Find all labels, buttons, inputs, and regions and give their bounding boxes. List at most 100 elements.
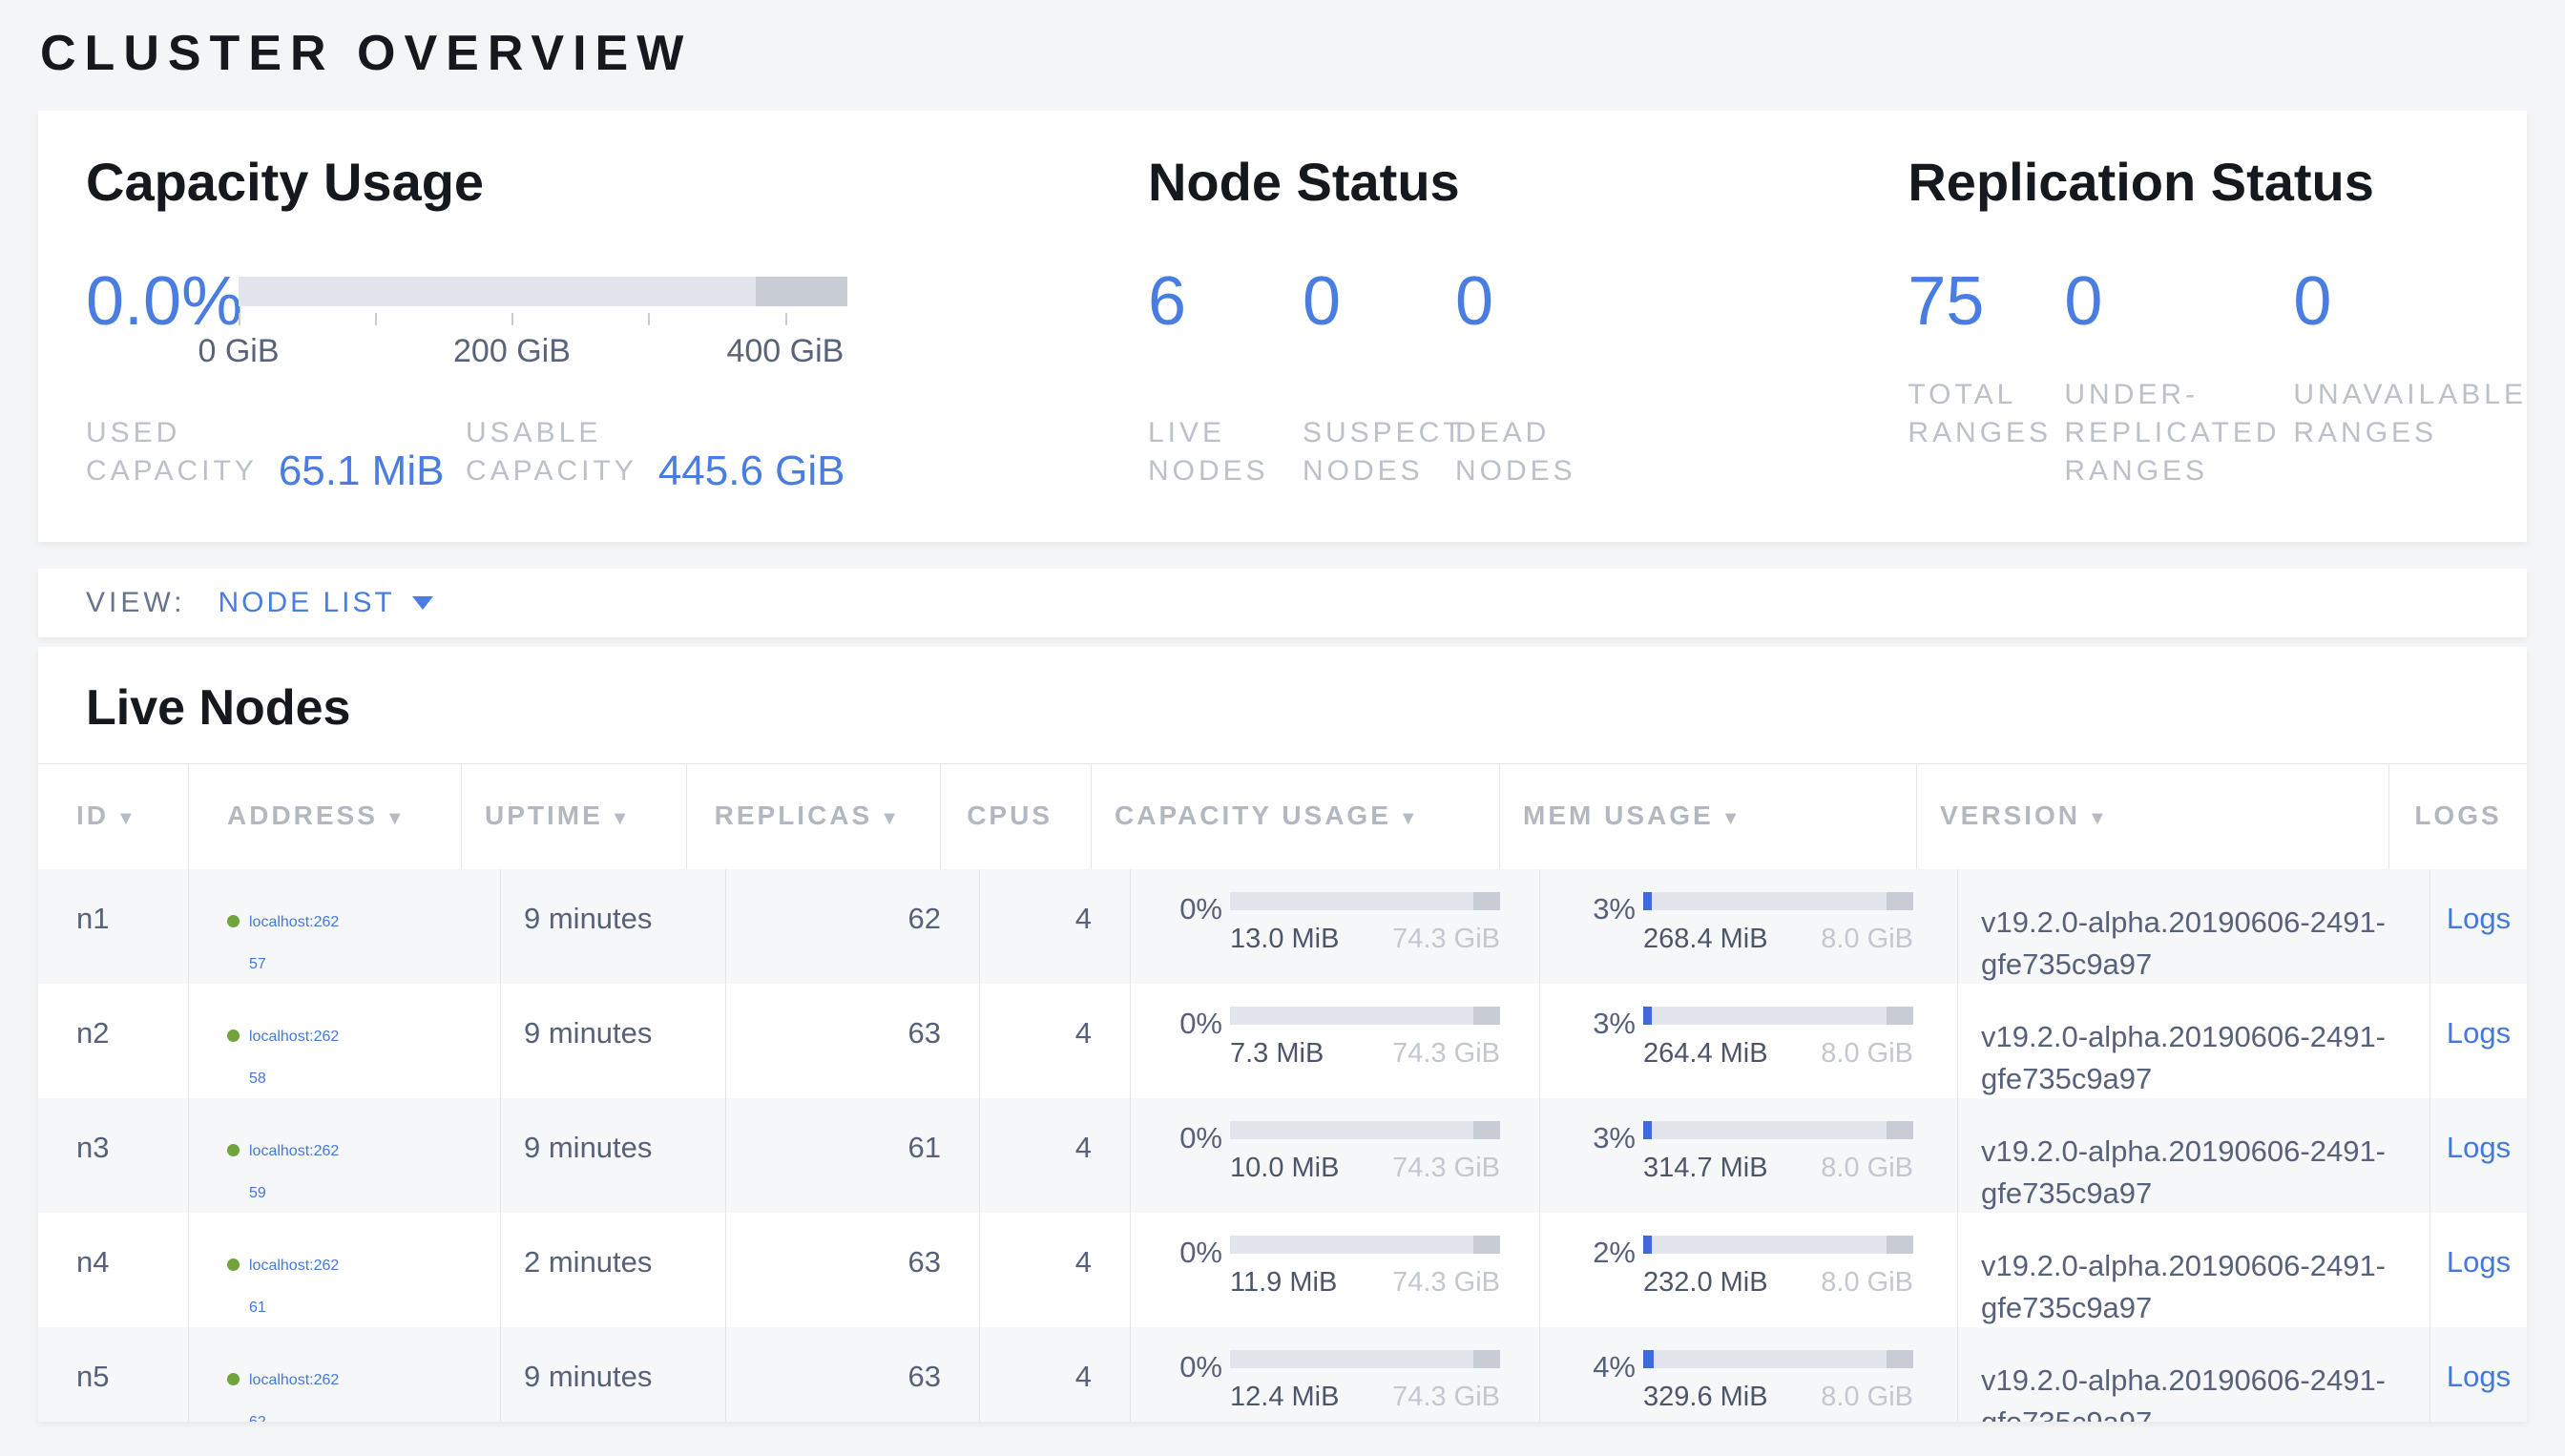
live-nodes-count: 6 (1148, 265, 1303, 338)
mem-usage-cell: 2% 232.0 MiB8.0 GiB (1539, 1213, 1957, 1327)
used-capacity-value: 65.1 MiB (279, 450, 445, 492)
header-version[interactable]: VERSION▼ (1916, 764, 2388, 869)
mem-cell-bar (1643, 892, 1913, 910)
live-nodes-title: Live Nodes (38, 647, 2527, 737)
node-status-labels: LIVE NODES SUSPECT NODES DEAD NODES (1148, 414, 1908, 490)
table-row: n2 localhost:26258 9 minutes 63 4 0% 7.3… (38, 984, 2527, 1098)
axis-tick-label: 400 GiB (726, 333, 844, 370)
header-replicas[interactable]: REPLICAS▼ (686, 764, 940, 869)
live-nodes-card: Live Nodes ID▼ ADDRESS▼ UPTIME▼ REPLICAS… (38, 647, 2527, 1422)
capacity-cell-bar (1230, 1350, 1500, 1368)
mem-usage-cell: 3% 314.7 MiB8.0 GiB (1539, 1098, 1957, 1213)
cpus-cell: 4 (979, 1213, 1130, 1327)
replication-status-title: Replication Status (1908, 153, 2527, 212)
logs-cell: Logs (2429, 984, 2527, 1098)
logs-cell: Logs (2429, 1098, 2527, 1213)
page-title: CLUSTER OVERVIEW (40, 25, 2565, 82)
used-capacity-label: USED CAPACITY (86, 414, 258, 490)
version-cell: v19.2.0-alpha.20190606-2491-gfe735c9a97 (1957, 869, 2429, 984)
table-row: n4 localhost:26261 2 minutes 63 4 0% 11.… (38, 1213, 2527, 1327)
capacity-bar (239, 277, 847, 306)
header-capacity-usage[interactable]: CAPACITY USAGE▼ (1091, 764, 1499, 869)
logs-cell: Logs (2429, 1213, 2527, 1327)
logs-link[interactable]: Logs (2447, 1360, 2511, 1393)
header-cpus: CPUS (940, 764, 1091, 869)
axis-tick (375, 313, 377, 325)
total-ranges-count: 75 (1908, 265, 2064, 338)
sort-arrow-icon: ▼ (611, 808, 633, 829)
dead-nodes-count: 0 (1455, 265, 1493, 338)
table-header-row: ID▼ ADDRESS▼ UPTIME▼ REPLICAS▼ CPUS CAPA… (38, 764, 2527, 869)
usable-capacity-label: USABLE CAPACITY (466, 414, 637, 490)
capacity-usage-cell: 0% 12.4 MiB74.3 GiB (1130, 1327, 1539, 1422)
cpus-cell: 4 (979, 1098, 1130, 1213)
view-selected-value[interactable]: NODE LIST (218, 587, 394, 619)
sort-arrow-icon: ▼ (2088, 808, 2110, 829)
node-live-dot-icon (227, 1144, 240, 1156)
node-address-link[interactable]: localhost:26259 (249, 1131, 339, 1213)
cpus-cell: 4 (979, 984, 1130, 1098)
mem-cell-bar (1643, 1236, 1913, 1254)
version-cell: v19.2.0-alpha.20190606-2491-gfe735c9a97 (1957, 1098, 2429, 1213)
node-address-link[interactable]: localhost:26258 (249, 1016, 339, 1098)
node-address-link[interactable]: localhost:26261 (249, 1245, 339, 1327)
capacity-stats: USED CAPACITY 65.1 MiB USABLE CAPACITY 4… (86, 414, 1148, 490)
usable-capacity-value: 445.6 GiB (658, 450, 845, 492)
total-ranges-label: TOTAL RANGES (1908, 376, 2064, 490)
node-address-cell: localhost:26258 (188, 984, 500, 1098)
node-address-cell: localhost:26259 (188, 1098, 500, 1213)
chevron-down-icon (412, 596, 433, 610)
replicas-cell: 63 (725, 1213, 979, 1327)
logs-cell: Logs (2429, 869, 2527, 984)
version-cell: v19.2.0-alpha.20190606-2491-gfe735c9a97 (1957, 984, 2429, 1098)
mem-cell-bar (1643, 1007, 1913, 1025)
logs-link[interactable]: Logs (2447, 902, 2511, 935)
axis-tick (785, 313, 787, 325)
sort-arrow-icon: ▼ (386, 808, 407, 829)
capacity-cell-bar (1230, 892, 1500, 910)
mem-usage-cell: 3% 268.4 MiB8.0 GiB (1539, 869, 1957, 984)
dead-nodes-label: DEAD NODES (1455, 414, 1576, 490)
uptime-cell: 9 minutes (500, 869, 725, 984)
axis-tick (648, 313, 650, 325)
header-address[interactable]: ADDRESS▼ (188, 764, 461, 869)
view-selector-bar: VIEW: NODE LIST (38, 569, 2527, 637)
view-select-dropdown[interactable]: NODE LIST (218, 587, 432, 619)
suspect-nodes-label: SUSPECT NODES (1303, 414, 1455, 490)
node-id-cell: n4 (38, 1213, 188, 1327)
mem-usage-cell: 4% 329.6 MiB8.0 GiB (1539, 1327, 1957, 1422)
uptime-cell: 9 minutes (500, 1098, 725, 1213)
mem-usage-cell: 3% 264.4 MiB8.0 GiB (1539, 984, 1957, 1098)
header-mem-usage[interactable]: MEM USAGE▼ (1499, 764, 1916, 869)
replication-labels: TOTAL RANGES UNDER- REPLICATED RANGES UN… (1908, 376, 2527, 490)
under-replicated-count: 0 (2064, 265, 2293, 338)
header-uptime[interactable]: UPTIME▼ (461, 764, 686, 869)
replicas-cell: 63 (725, 1327, 979, 1422)
node-address-link[interactable]: localhost:26262 (249, 1360, 339, 1422)
axis-tick (511, 313, 513, 325)
replication-status-section: Replication Status 75 0 0 TOTAL RANGES U… (1908, 153, 2527, 542)
axis-tick-label: 200 GiB (453, 333, 571, 370)
logs-link[interactable]: Logs (2447, 1245, 2511, 1279)
logs-link[interactable]: Logs (2447, 1131, 2511, 1164)
sort-arrow-icon: ▼ (116, 808, 138, 829)
replicas-cell: 62 (725, 869, 979, 984)
cluster-summary-card: Capacity Usage 0.0% 0 GiB 200 GiB 400 Gi… (38, 111, 2527, 542)
sort-arrow-icon: ▼ (1399, 808, 1421, 829)
logs-link[interactable]: Logs (2447, 1016, 2511, 1050)
capacity-bar-block: 0 GiB 200 GiB 400 GiB (239, 265, 847, 377)
header-id[interactable]: ID▼ (38, 764, 188, 869)
capacity-usage-title: Capacity Usage (86, 153, 1148, 212)
mem-cell-bar (1643, 1121, 1913, 1139)
usable-capacity-stat: USABLE CAPACITY 445.6 GiB (466, 414, 845, 490)
nodes-table: ID▼ ADDRESS▼ UPTIME▼ REPLICAS▼ CPUS CAPA… (38, 763, 2527, 1422)
node-address-cell: localhost:26262 (188, 1327, 500, 1422)
used-capacity-stat: USED CAPACITY 65.1 MiB (86, 414, 466, 490)
node-live-dot-icon (227, 1258, 240, 1271)
suspect-nodes-count: 0 (1303, 265, 1455, 338)
logs-cell: Logs (2429, 1327, 2527, 1422)
node-address-link[interactable]: localhost:26257 (249, 902, 339, 984)
node-id-cell: n5 (38, 1327, 188, 1422)
mem-cell-bar (1643, 1350, 1913, 1368)
node-id-cell: n1 (38, 869, 188, 984)
